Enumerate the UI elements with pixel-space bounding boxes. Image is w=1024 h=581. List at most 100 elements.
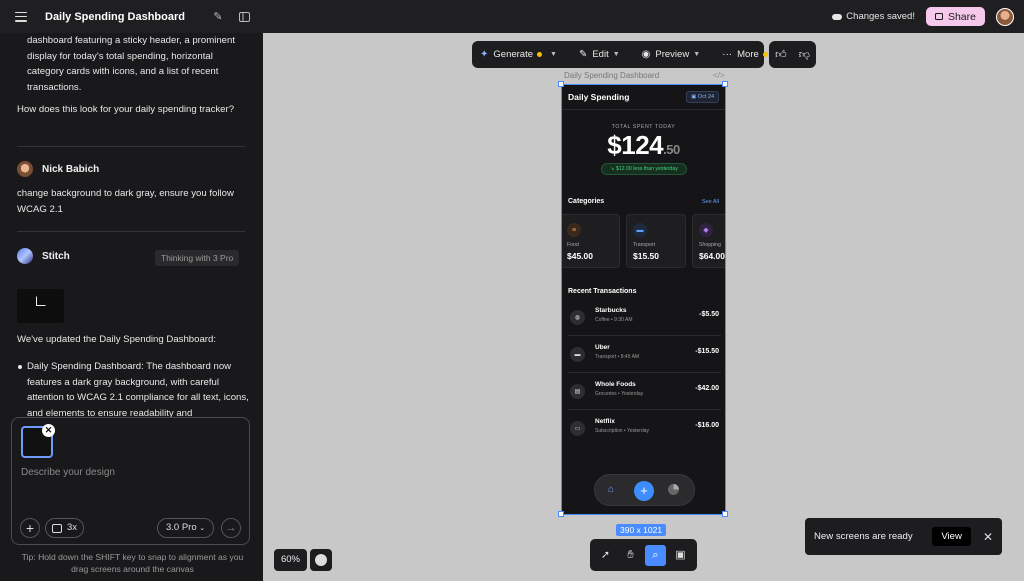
phone-screen[interactable]: Daily Spending ▣ Oct 24 TOTAL SPENT TODA… bbox=[561, 84, 726, 515]
see-all-link[interactable]: See All bbox=[702, 199, 719, 205]
image-add-icon[interactable]: ▣ bbox=[670, 545, 691, 566]
top-bar: Daily Spending Dashboard ✎ Changes saved… bbox=[0, 0, 1024, 33]
design-canvas[interactable]: ✦ Generate ▼ ✎ Edit ▼ ◉ Preview ▼ ··· Mo… bbox=[263, 33, 1024, 581]
tip-text: Tip: Hold down the SHIFT key to snap to … bbox=[21, 552, 244, 574]
ellipsis-icon: ··· bbox=[722, 49, 733, 60]
more-label: More bbox=[737, 49, 759, 60]
home-icon[interactable]: ⌂ bbox=[608, 484, 614, 495]
delta-badge: ↘ $12.00 less than yesterday bbox=[601, 163, 687, 175]
chevron-down-icon: ▼ bbox=[612, 51, 620, 58]
transaction-amount: -$15.50 bbox=[695, 348, 719, 355]
close-icon[interactable]: ✕ bbox=[983, 530, 993, 544]
app-header: Daily Spending ▣ Oct 24 bbox=[562, 85, 725, 110]
preview-button[interactable]: ◉ Preview ▼ bbox=[642, 49, 700, 60]
categories-heading: Categories bbox=[568, 198, 605, 205]
resize-handle[interactable] bbox=[558, 511, 564, 517]
bottom-nav: ⌂ + bbox=[594, 474, 695, 506]
more-button[interactable]: ··· More bbox=[722, 49, 772, 60]
edit-button[interactable]: ✎ Edit ▼ bbox=[579, 49, 620, 60]
preview-label: Preview bbox=[655, 49, 690, 60]
status-dot bbox=[537, 52, 543, 57]
zoom-level[interactable]: 60% bbox=[274, 549, 307, 571]
pencil-icon[interactable]: ✎ bbox=[211, 10, 225, 24]
category-card[interactable]: ◆ Shopping $64.00 bbox=[692, 214, 725, 268]
transaction-name: Uber bbox=[595, 344, 610, 351]
category-value: $15.50 bbox=[633, 251, 659, 261]
user-sender: Nick Babich bbox=[17, 161, 99, 177]
screen-toolbar: ✦ Generate ▼ ✎ Edit ▼ ◉ Preview ▼ ··· Mo… bbox=[472, 41, 768, 68]
project-title: Daily Spending Dashboard bbox=[45, 10, 185, 23]
chat-panel: dashboard featuring a sticky header, a p… bbox=[0, 33, 263, 581]
coffee-icon: ◍ bbox=[570, 310, 585, 325]
date-badge[interactable]: ▣ Oct 24 bbox=[686, 91, 719, 103]
date-label: Oct 24 bbox=[697, 94, 714, 100]
table-row[interactable]: ▭ Netflix Subscription • Yesterday -$16.… bbox=[568, 411, 721, 447]
open-external-icon bbox=[36, 296, 46, 306]
variants-icon bbox=[52, 523, 62, 533]
resize-handle[interactable] bbox=[722, 511, 728, 517]
chevron-down-icon: ⌄ bbox=[199, 525, 206, 532]
user-message: change background to dark gray, ensure y… bbox=[17, 188, 234, 215]
list-item: Daily Spending Dashboard: The dashboard … bbox=[18, 359, 249, 421]
search-icon[interactable]: ⌕ bbox=[645, 545, 666, 566]
transaction-amount: -$16.00 bbox=[695, 422, 719, 429]
chevron-down-icon: ▼ bbox=[550, 51, 557, 58]
screen-thumbnail[interactable] bbox=[17, 289, 64, 323]
avatar bbox=[17, 161, 33, 177]
ai-sender: Stitch bbox=[17, 248, 70, 264]
send-button[interactable]: → bbox=[221, 518, 241, 538]
table-row[interactable]: ▤ Whole Foods Groceries • Yesterday -$42… bbox=[568, 374, 721, 410]
category-card[interactable]: ▬ Transport $15.50 bbox=[626, 214, 686, 268]
share-label: Share bbox=[947, 10, 976, 23]
thinking-badge: Thinking with 3 Pro bbox=[155, 250, 240, 266]
transaction-meta: Groceries • Yesterday bbox=[595, 391, 644, 397]
category-value: $45.00 bbox=[567, 251, 593, 261]
share-button[interactable]: Share bbox=[925, 7, 985, 26]
resize-handle[interactable] bbox=[558, 81, 564, 87]
feedback-buttons: 👍︎ 👎︎ bbox=[769, 41, 816, 68]
thumbs-down-icon[interactable]: 👎︎ bbox=[799, 48, 810, 61]
view-button[interactable]: View bbox=[932, 527, 971, 546]
status-dot bbox=[762, 52, 768, 57]
frame-label[interactable]: Daily Spending Dashboard bbox=[564, 71, 659, 80]
avatar[interactable] bbox=[996, 7, 1014, 26]
table-row[interactable]: ◍ Starbucks Coffee • 9:30 AM -$5.50 bbox=[568, 300, 721, 336]
hand-icon[interactable]: ✋︎ bbox=[620, 545, 641, 566]
table-row[interactable]: ▬ Uber Transport • 8:45 AM -$15.50 bbox=[568, 337, 721, 373]
close-icon[interactable]: ✕ bbox=[42, 424, 55, 437]
add-button[interactable]: + bbox=[634, 481, 654, 501]
add-button[interactable]: + bbox=[20, 518, 40, 538]
ai-message-text: dashboard featuring a sticky header, a p… bbox=[27, 35, 235, 93]
transaction-amount: -$5.50 bbox=[699, 311, 719, 318]
thumbs-up-icon[interactable]: 👍︎ bbox=[775, 48, 787, 61]
resize-handle[interactable] bbox=[722, 81, 728, 87]
variants-button[interactable]: 3x bbox=[45, 518, 85, 538]
category-label: Transport bbox=[633, 242, 656, 248]
sidebar-toggle-icon[interactable] bbox=[237, 10, 251, 24]
pie-chart-icon[interactable] bbox=[668, 484, 679, 495]
theme-toggle[interactable] bbox=[310, 549, 332, 571]
cursor-icon[interactable]: ➚ bbox=[595, 545, 616, 566]
cart-icon: ▤ bbox=[570, 384, 585, 399]
app-title: Daily Spending bbox=[568, 92, 630, 102]
category-card[interactable]: ≡ Food $45.00 bbox=[562, 214, 620, 268]
model-select[interactable]: 3.0 Pro ⌄ bbox=[157, 518, 215, 538]
transaction-name: Starbucks bbox=[595, 307, 627, 314]
prompt-input[interactable]: Describe your design bbox=[21, 467, 115, 478]
transaction-meta: Subscription • Yesterday bbox=[595, 428, 650, 434]
notification-toast: New screens are ready View ✕ bbox=[805, 518, 1002, 555]
car-icon: ▬ bbox=[570, 347, 585, 362]
transaction-name: Whole Foods bbox=[595, 381, 636, 388]
category-value: $64.00 bbox=[699, 251, 725, 261]
hamburger-menu-icon[interactable] bbox=[15, 11, 27, 22]
lock-icon bbox=[934, 13, 943, 20]
calendar-icon: ▣ bbox=[691, 94, 698, 100]
project-header: Daily Spending Dashboard ✎ bbox=[0, 0, 263, 33]
code-icon[interactable]: </> bbox=[713, 71, 725, 80]
generate-button[interactable]: ✦ Generate ▼ bbox=[480, 49, 557, 60]
transaction-meta: Transport • 8:45 AM bbox=[595, 354, 640, 360]
category-label: Shopping bbox=[699, 242, 721, 248]
generate-label: Generate bbox=[493, 49, 534, 60]
divider bbox=[17, 231, 245, 232]
sender-name: Stitch bbox=[42, 250, 70, 262]
